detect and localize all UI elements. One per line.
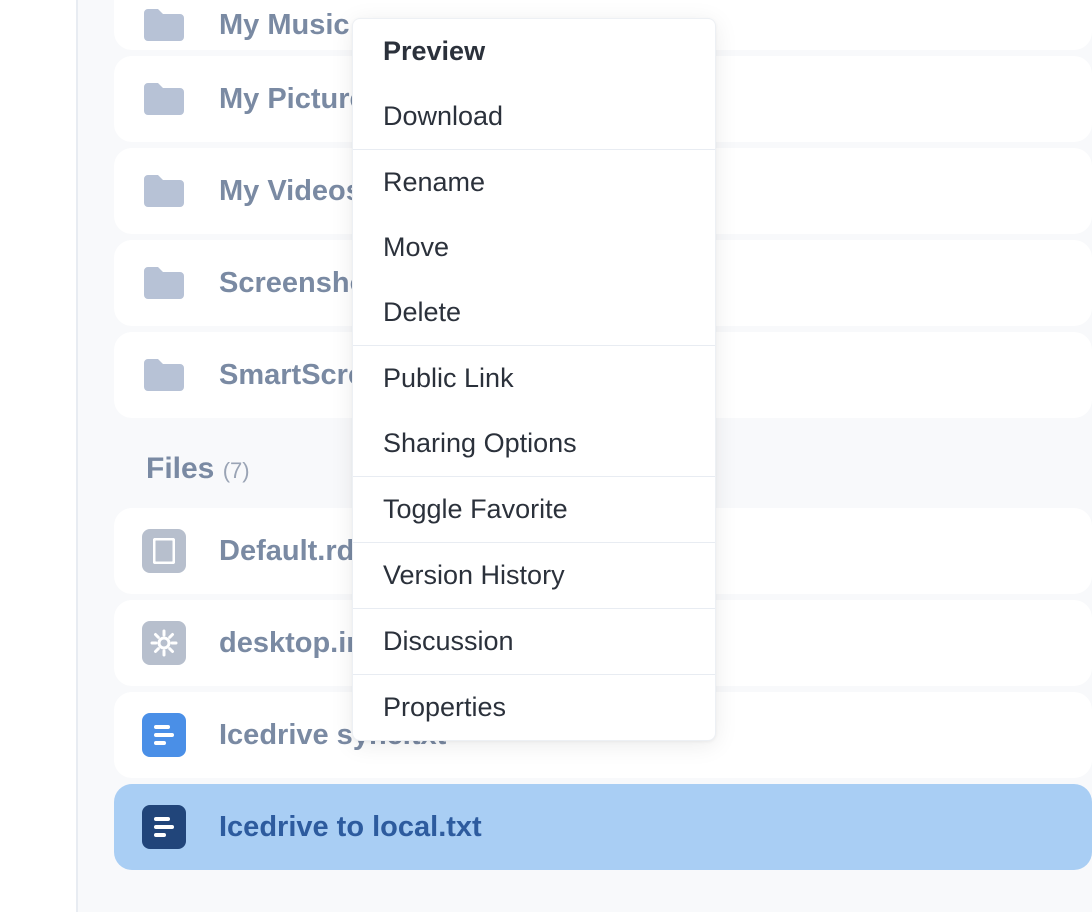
file-name: Icedrive to local.txt	[219, 811, 482, 844]
menu-section: Preview Download	[353, 19, 715, 150]
menu-section: Rename Move Delete	[353, 150, 715, 346]
document-icon	[142, 805, 186, 849]
file-row-selected[interactable]: Icedrive to local.txt	[114, 784, 1092, 870]
file-name: Default.rdp	[219, 535, 372, 568]
menu-item-toggle-favorite[interactable]: Toggle Favorite	[353, 477, 715, 542]
files-count: (7)	[223, 458, 250, 483]
folder-icon	[142, 81, 186, 117]
menu-item-delete[interactable]: Delete	[353, 280, 715, 345]
menu-section: Properties	[353, 675, 715, 740]
files-label: Files	[146, 452, 214, 485]
menu-section: Public Link Sharing Options	[353, 346, 715, 477]
menu-item-version-history[interactable]: Version History	[353, 543, 715, 608]
folder-icon	[142, 7, 186, 43]
menu-item-move[interactable]: Move	[353, 215, 715, 280]
menu-item-discussion[interactable]: Discussion	[353, 609, 715, 674]
folder-name: My Music	[219, 9, 350, 42]
menu-section: Toggle Favorite	[353, 477, 715, 543]
menu-item-download[interactable]: Download	[353, 84, 715, 149]
file-name: desktop.ini	[219, 627, 372, 660]
menu-section: Version History	[353, 543, 715, 609]
document-icon	[142, 713, 186, 757]
menu-item-properties[interactable]: Properties	[353, 675, 715, 740]
gear-icon	[142, 621, 186, 665]
folder-name: My Videos	[219, 175, 362, 208]
menu-item-public-link[interactable]: Public Link	[353, 346, 715, 411]
sidebar-column	[0, 0, 78, 912]
folder-icon	[142, 173, 186, 209]
menu-item-rename[interactable]: Rename	[353, 150, 715, 215]
folder-icon	[142, 265, 186, 301]
menu-section: Discussion	[353, 609, 715, 675]
menu-item-preview[interactable]: Preview	[353, 19, 715, 84]
folder-icon	[142, 357, 186, 393]
page-icon	[142, 529, 186, 573]
context-menu: Preview Download Rename Move Delete Publ…	[352, 18, 716, 741]
menu-item-sharing-options[interactable]: Sharing Options	[353, 411, 715, 476]
